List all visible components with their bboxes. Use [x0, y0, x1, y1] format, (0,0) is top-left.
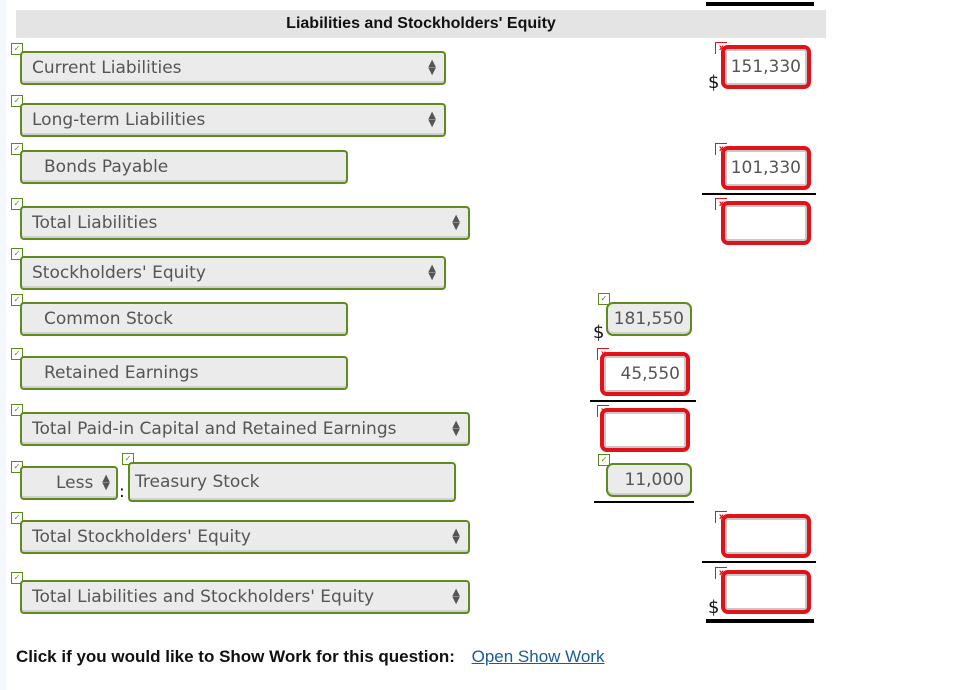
common-stock-input[interactable]: Common Stock: [20, 302, 348, 336]
treasury-stock-amount-input[interactable]: 11,000: [606, 463, 692, 497]
show-work-row: Click if you would like to Show Work for…: [16, 647, 605, 667]
show-work-prompt: Click if you would like to Show Work for…: [16, 647, 455, 666]
updown-arrows-icon: ▲ ▼: [428, 110, 436, 129]
stockholders-equity-select[interactable]: Stockholders' Equity ▲ ▼: [20, 256, 446, 290]
updown-arrows-icon: ▲ ▼: [102, 473, 110, 492]
current-liabilities-select[interactable]: Current Liabilities ▲ ▼: [20, 51, 446, 85]
updown-arrows-icon: ▲ ▼: [452, 419, 460, 438]
select-value: Total Stockholders' Equity: [32, 527, 251, 547]
total-stockholders-equity-amount-input[interactable]: [721, 514, 811, 558]
page-margin: [0, 0, 6, 690]
subtotal-rule: [702, 193, 816, 195]
current-liabilities-amount-input[interactable]: 151,330: [721, 45, 811, 89]
dollar-sign: $: [593, 322, 605, 343]
treasury-stock-input[interactable]: Treasury Stock: [128, 462, 456, 502]
bonds-payable-amount-input[interactable]: 101,330: [721, 146, 811, 190]
updown-arrows-icon: ▲ ▼: [452, 213, 460, 232]
total-liabilities-and-equity-amount-input[interactable]: [721, 570, 811, 614]
updown-arrows-icon: ▲ ▼: [428, 58, 436, 77]
retained-earnings-input[interactable]: Retained Earnings: [20, 356, 348, 390]
common-stock-amount-input[interactable]: 181,550: [606, 302, 692, 336]
subtotal-rule: [590, 400, 696, 402]
section-header: Liabilities and Stockholders' Equity: [16, 10, 826, 38]
less-select[interactable]: Less ▲ ▼: [20, 466, 118, 500]
updown-arrows-icon: ▲ ▼: [452, 527, 460, 546]
total-paid-in-capital-select[interactable]: Total Paid-in Capital and Retained Earni…: [20, 412, 470, 446]
select-value: Total Liabilities and Stockholders' Equi…: [32, 587, 375, 607]
select-value: Stockholders' Equity: [32, 263, 206, 283]
retained-earnings-amount-input[interactable]: 45,550: [600, 352, 690, 396]
select-value: Less: [56, 473, 94, 493]
total-liabilities-amount-input[interactable]: [721, 201, 811, 245]
long-term-liabilities-select[interactable]: Long-term Liabilities ▲ ▼: [20, 103, 446, 137]
select-value: Total Paid-in Capital and Retained Earni…: [32, 419, 397, 439]
double-underline-rule: [706, 619, 814, 623]
total-liabilities-and-equity-select[interactable]: Total Liabilities and Stockholders' Equi…: [20, 580, 470, 614]
top-rule: [706, 2, 814, 6]
dollar-sign: $: [708, 597, 720, 618]
bonds-payable-input[interactable]: Bonds Payable: [20, 150, 348, 184]
subtotal-rule: [702, 561, 816, 563]
dollar-sign: $: [708, 72, 720, 93]
select-value: Total Liabilities: [32, 213, 158, 233]
colon-separator: :: [119, 482, 125, 502]
updown-arrows-icon: ▲ ▼: [452, 587, 460, 606]
updown-arrows-icon: ▲ ▼: [428, 263, 436, 282]
total-stockholders-equity-select[interactable]: Total Stockholders' Equity ▲ ▼: [20, 520, 470, 554]
select-value: Current Liabilities: [32, 58, 182, 78]
total-paid-in-amount-input[interactable]: [600, 408, 690, 452]
select-value: Long-term Liabilities: [32, 110, 206, 130]
subtotal-rule: [594, 501, 694, 503]
open-show-work-link[interactable]: Open Show Work: [472, 647, 605, 666]
total-liabilities-select[interactable]: Total Liabilities ▲ ▼: [20, 206, 470, 240]
